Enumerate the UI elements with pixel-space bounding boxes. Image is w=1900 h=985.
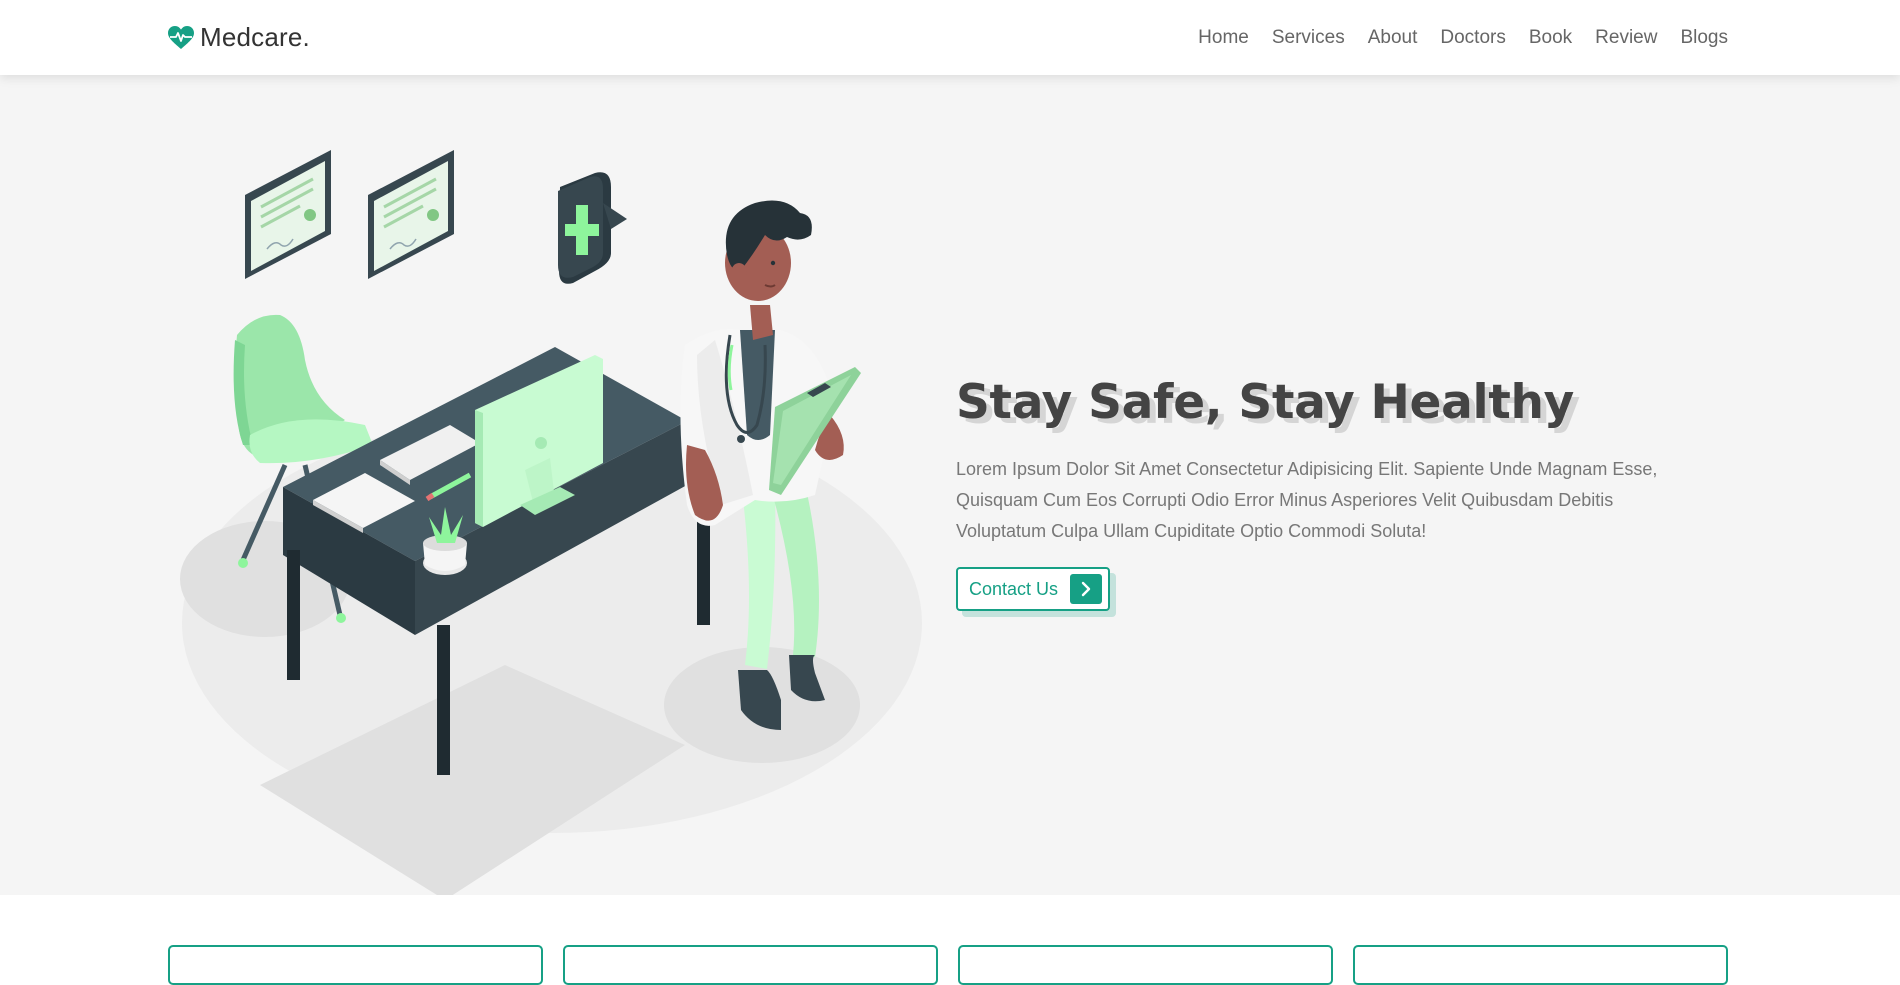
medical-cross-icon — [558, 172, 627, 284]
nav-home[interactable]: Home — [1198, 27, 1249, 49]
nav-book[interactable]: Book — [1529, 27, 1572, 49]
site-header: Medcare. Home Services About Doctors Boo… — [0, 0, 1900, 75]
nav-review[interactable]: Review — [1595, 27, 1657, 49]
hero-text: Lorem Ipsum Dolor Sit Amet Consectetur A… — [956, 459, 1658, 541]
contact-us-label: Contact Us — [969, 578, 1059, 599]
heartbeat-icon — [168, 25, 194, 49]
service-card-3[interactable] — [958, 945, 1333, 985]
services-cards-row — [0, 895, 1900, 985]
doctor-illustration — [180, 150, 922, 900]
certificate-left-icon — [245, 150, 331, 279]
certificate-right-icon — [368, 150, 454, 279]
logo-text: Medcare. — [200, 22, 310, 52]
hero-section: Stay Safe, Stay Healthy Lorem Ipsum Dolo… — [0, 75, 1900, 900]
logo[interactable]: Medcare. — [168, 22, 310, 53]
contact-us-button[interactable]: Contact Us — [956, 567, 1111, 611]
hero-title: Stay Safe, Stay Healthy — [956, 375, 1574, 430]
nav-about[interactable]: About — [1368, 27, 1418, 49]
service-card-4[interactable] — [1353, 945, 1728, 985]
nav-doctors[interactable]: Doctors — [1440, 27, 1505, 49]
chevron-right-icon — [1070, 574, 1103, 604]
main-nav: Home Services About Doctors Book Review … — [1198, 27, 1728, 49]
service-card-2[interactable] — [563, 945, 938, 985]
hero-content: Stay Safe, Stay Healthy Lorem Ipsum Dolo… — [956, 375, 1716, 611]
service-card-1[interactable] — [168, 945, 543, 985]
nav-blogs[interactable]: Blogs — [1680, 27, 1728, 49]
nav-services[interactable]: Services — [1272, 27, 1345, 49]
